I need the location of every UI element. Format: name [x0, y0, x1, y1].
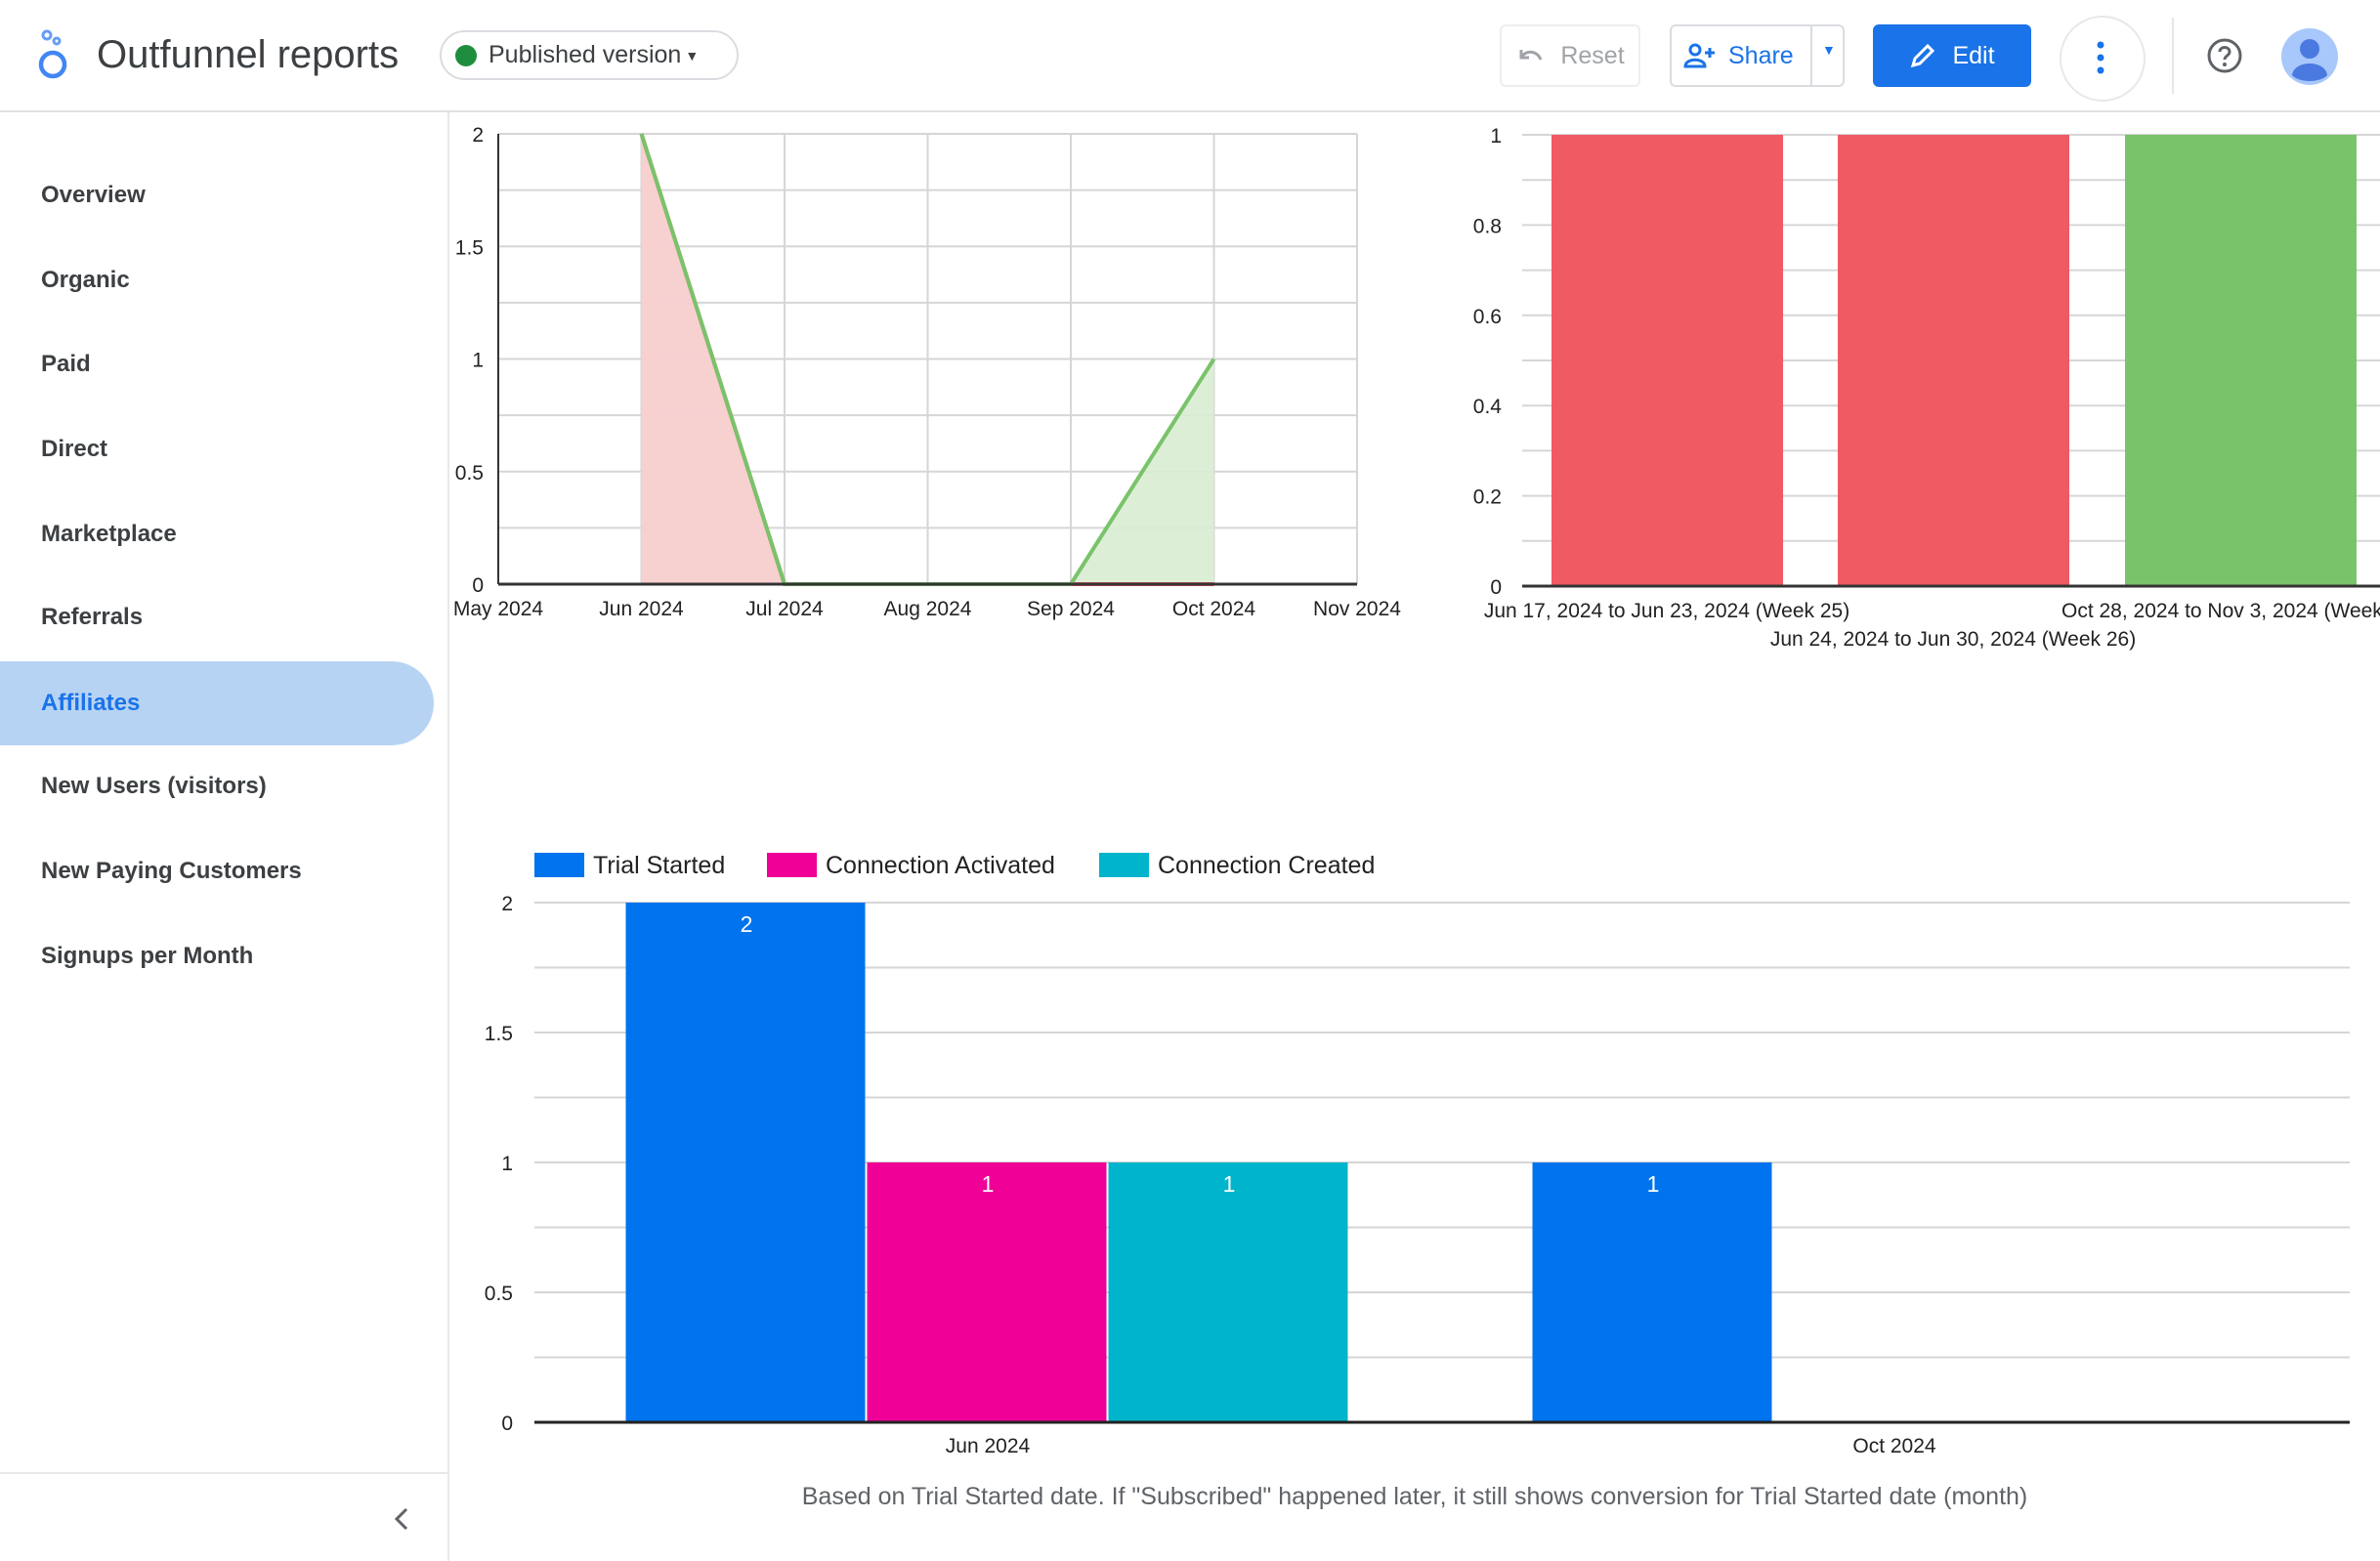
nav-item-affiliates[interactable]: Affiliates	[0, 661, 434, 745]
bar-trial-started	[625, 903, 866, 1422]
legend-swatch	[1099, 853, 1149, 877]
legend-label: Connection Created	[1158, 852, 1375, 879]
y-tick-label: 0.4	[1473, 396, 1503, 418]
share-divider	[1810, 26, 1812, 85]
x-tick-label: Jun 2024	[599, 598, 684, 620]
help-icon[interactable]	[2206, 37, 2243, 74]
y-tick-label: 0.5	[455, 462, 484, 485]
y-tick-label: 0.8	[1473, 215, 1502, 237]
x-tick-label: Oct 2024	[1172, 598, 1256, 620]
top-bar: Outfunnel reports Published version ▼ Re…	[0, 0, 2380, 112]
nav-item-overview[interactable]: Overview	[0, 153, 434, 237]
area-line-series-1	[639, 133, 1214, 586]
edit-label: Edit	[1952, 41, 1995, 69]
reset-button[interactable]: Reset	[1500, 24, 1640, 87]
x-tick-label: Jun 2024	[946, 1435, 1031, 1457]
bar	[2125, 135, 2357, 586]
nav-item-paid[interactable]: Paid	[0, 322, 434, 406]
area-fill-series-2	[641, 134, 1214, 584]
share-options-chevron-down-icon[interactable]: ▼	[1822, 42, 1836, 58]
bar-data-label: 2	[741, 911, 753, 937]
y-tick-label: 0	[501, 1413, 513, 1435]
nav-item-referrals[interactable]: Referrals	[0, 575, 434, 659]
main-charts-group: 0 0.5 1 1.5 2 May 2024 Jun 2024 Jul 2024 Aug 202…	[453, 124, 2380, 1457]
area-line-series-2	[639, 133, 1071, 586]
collapse-sidebar-chevron-left-icon[interactable]	[383, 1499, 422, 1539]
dropdown-arrow-icon: ▼	[685, 47, 700, 63]
area-line-series-2-tail	[639, 133, 1216, 586]
x-tick-label: Oct 2024	[1852, 1435, 1936, 1457]
version-label: Published version	[489, 41, 682, 68]
bar	[1551, 135, 1783, 586]
nav-item-new-paying-customers[interactable]: New Paying Customers	[0, 829, 434, 913]
version-selector[interactable]: Published version ▼	[440, 30, 739, 80]
nav-item-signups-per-month[interactable]: Signups per Month	[0, 914, 434, 998]
reset-label: Reset	[1560, 41, 1625, 69]
y-tick-label: 2	[472, 124, 484, 147]
y-tick-label: 0.6	[1473, 306, 1502, 328]
bar-data-label: 1	[1223, 1171, 1236, 1197]
x-tick-label: Sep 2024	[1027, 598, 1115, 620]
x-tick-label: Aug 2024	[884, 598, 972, 620]
bar-data-label: 1	[1647, 1171, 1660, 1197]
bar-connection-created	[1108, 1162, 1348, 1422]
x-tick-label: Jun 24, 2024 to Jun 30, 2024 (Week 26)	[1770, 628, 2136, 651]
y-tick-label: 0	[1490, 576, 1502, 599]
legend-label: Trial Started	[593, 852, 725, 879]
nav-item-new-users[interactable]: New Users (visitors)	[0, 744, 434, 828]
y-tick-label: 1	[1490, 125, 1502, 148]
y-tick-label: 0.5	[485, 1283, 513, 1305]
y-tick-label: 2	[501, 893, 513, 915]
area-fill-series-1	[641, 134, 1214, 584]
legend-label: Connection Activated	[826, 852, 1055, 879]
published-status-dot	[455, 44, 477, 66]
more-vert-icon	[2097, 41, 2104, 74]
y-tick-label: 0	[472, 574, 484, 597]
x-tick-label: Nov 2024	[1313, 598, 1401, 620]
x-tick-label: Jul 2024	[745, 598, 824, 620]
y-tick-label: 0.2	[1473, 486, 1502, 509]
nav-item-marketplace[interactable]: Marketplace	[0, 492, 434, 576]
bar	[1838, 135, 2069, 586]
y-tick-label: 1	[501, 1153, 513, 1175]
looker-studio-logo-icon	[38, 29, 67, 79]
sidebar-divider	[0, 1472, 449, 1474]
x-tick-label: Oct 28, 2024 to Nov 3, 2024 (Week	[2061, 600, 2380, 622]
y-tick-label: 1.5	[485, 1023, 513, 1045]
chart-footnote: Based on Trial Started date. If "Subscri…	[801, 1483, 2028, 1510]
bar-connection-activated	[867, 1162, 1107, 1422]
share-button[interactable]: Share ▼	[1670, 24, 1845, 87]
pencil-icon	[1911, 43, 1935, 68]
y-tick-label: 1	[472, 350, 484, 372]
header-divider	[2172, 18, 2174, 94]
bar-trial-started	[1532, 1162, 1772, 1422]
x-tick-label: Jun 17, 2024 to Jun 23, 2024 (Week 25)	[1484, 600, 1849, 622]
x-tick-label: May 2024	[453, 598, 544, 620]
y-tick-label: 1.5	[455, 236, 484, 259]
report-page-nav: Overview Organic Paid Direct Marketplace…	[0, 112, 449, 1561]
nav-item-direct[interactable]: Direct	[0, 407, 434, 491]
share-label: Share	[1728, 41, 1794, 69]
avatar-icon[interactable]	[2281, 28, 2338, 85]
nav-item-organic[interactable]: Organic	[0, 238, 434, 322]
bar-data-label: 1	[982, 1171, 995, 1197]
legend-swatch	[767, 853, 817, 877]
report-title: Outfunnel reports	[97, 33, 400, 76]
edit-button[interactable]: Edit	[1873, 24, 2031, 87]
undo-icon	[1519, 50, 1543, 61]
more-options-button[interactable]	[2060, 16, 2146, 102]
person-add-icon	[1683, 43, 1715, 68]
legend-swatch	[534, 853, 584, 877]
